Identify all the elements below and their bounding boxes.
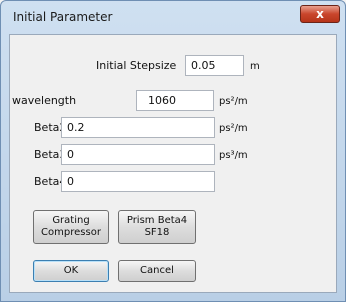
grating-compressor-button[interactable]: Grating Compressor xyxy=(33,210,109,244)
window-title: Initial Parameter xyxy=(13,10,113,24)
stepsize-label: Initial Stepsize xyxy=(96,59,177,72)
wavelength-input[interactable]: 1060 xyxy=(136,90,214,111)
dialog-body: Initial Stepsize 0.05 m wavelength 1060 … xyxy=(9,34,337,293)
beta3-input[interactable]: 0 xyxy=(61,144,215,165)
beta4-input[interactable]: 0 xyxy=(61,171,215,192)
prism-beta4-line1: Prism Beta4 xyxy=(126,215,188,226)
ok-button[interactable]: OK xyxy=(33,260,109,282)
dialog-window: Initial Parameter x Initial Stepsize 0.0… xyxy=(0,0,346,302)
prism-beta4-line2: SF18 xyxy=(144,227,170,238)
cancel-button[interactable]: Cancel xyxy=(118,260,196,282)
beta3-unit: ps³/m xyxy=(219,150,248,161)
title-bar: Initial Parameter x xyxy=(1,1,345,35)
grating-compressor-line2: Compressor xyxy=(41,227,101,238)
stepsize-unit: m xyxy=(250,61,260,72)
wavelength-label: wavelength xyxy=(12,94,77,107)
stepsize-input[interactable]: 0.05 xyxy=(185,55,244,76)
beta2-unit: ps²/m xyxy=(219,123,248,134)
wavelength-unit: ps²/m xyxy=(219,96,248,107)
grating-compressor-line1: Grating xyxy=(52,215,90,226)
beta2-input[interactable]: 0.2 xyxy=(61,117,215,138)
close-icon: x xyxy=(316,7,324,21)
close-button[interactable]: x xyxy=(300,5,340,23)
prism-beta4-button[interactable]: Prism Beta4 SF18 xyxy=(118,210,196,244)
